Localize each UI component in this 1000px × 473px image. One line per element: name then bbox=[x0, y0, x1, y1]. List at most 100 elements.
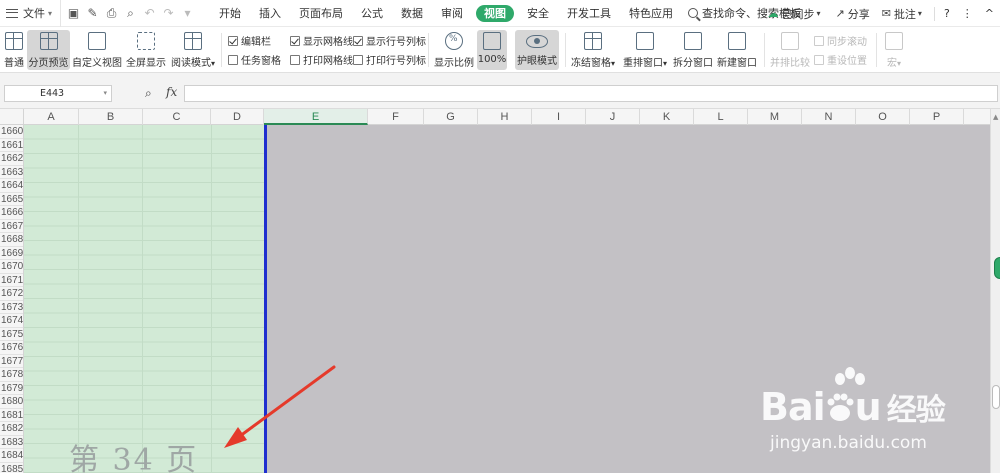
show-gridlines-checkbox[interactable]: 显示网格线 bbox=[290, 33, 353, 48]
row-header[interactable]: 1667 bbox=[0, 220, 23, 233]
split-window-button[interactable]: 拆分窗口 bbox=[673, 30, 713, 70]
sync-button[interactable]: ☁ 已同步 ▾ bbox=[761, 6, 829, 22]
column-header[interactable]: J bbox=[586, 109, 640, 125]
row-header[interactable]: 1672 bbox=[0, 287, 23, 301]
show-row-col-headers-checkbox[interactable]: 显示行号列标 bbox=[353, 33, 426, 48]
formula-input[interactable] bbox=[184, 85, 998, 102]
zoom-100-button[interactable]: 100% bbox=[477, 30, 507, 70]
tab-data[interactable]: 数据 bbox=[392, 0, 432, 27]
row-header[interactable]: 1679 bbox=[0, 382, 23, 395]
tab-formulas[interactable]: 公式 bbox=[352, 0, 392, 27]
task-pane-checkbox[interactable]: 任务窗格 bbox=[228, 52, 281, 67]
row-header[interactable]: 1677 bbox=[0, 355, 23, 368]
format-painter-icon[interactable]: ✎ bbox=[86, 6, 99, 20]
tab-review[interactable]: 审阅 bbox=[432, 0, 472, 27]
custom-view-button[interactable]: 自定义视图 bbox=[72, 30, 122, 70]
tab-page-layout[interactable]: 页面布局 bbox=[290, 0, 352, 27]
help-button[interactable]: ? bbox=[938, 7, 956, 20]
print-preview-icon[interactable]: ⌕ bbox=[124, 6, 137, 20]
column-header[interactable]: P bbox=[910, 109, 964, 125]
column-header[interactable]: C bbox=[143, 109, 211, 125]
arrange-windows-button[interactable]: 重排窗口▾ bbox=[622, 30, 668, 70]
row-header[interactable]: 1678 bbox=[0, 368, 23, 382]
save-icon[interactable]: ▣ bbox=[67, 6, 80, 20]
macro-button[interactable]: 宏▾ bbox=[882, 30, 906, 70]
reset-position-button[interactable]: 重设位置 bbox=[814, 52, 867, 67]
row-header[interactable]: 1674 bbox=[0, 314, 23, 328]
zoom-lookup-icon[interactable]: ⌕ bbox=[145, 86, 159, 100]
row-header[interactable]: 1683 bbox=[0, 436, 23, 449]
more-quick-access-icon[interactable]: ▾ bbox=[181, 6, 194, 20]
page-break-preview-button[interactable]: 分页预览 bbox=[27, 30, 70, 70]
full-screen-button[interactable]: 全屏显示 bbox=[125, 30, 167, 70]
column-header[interactable]: G bbox=[424, 109, 478, 125]
comment-button[interactable]: ✉ 批注 ▾ bbox=[876, 6, 931, 22]
tab-security[interactable]: 安全 bbox=[518, 0, 558, 27]
column-header[interactable]: B bbox=[79, 109, 143, 125]
collapse-ribbon-button[interactable]: ^ bbox=[979, 7, 1000, 20]
side-panel-toggle[interactable] bbox=[994, 257, 1000, 279]
undo-icon[interactable]: ↶ bbox=[143, 6, 156, 20]
tab-home[interactable]: 开始 bbox=[210, 0, 250, 27]
scroll-up-icon[interactable]: ▲ bbox=[993, 113, 998, 121]
scrollbar-thumb[interactable] bbox=[992, 385, 1000, 409]
print-gridlines-checkbox[interactable]: 打印网格线 bbox=[290, 52, 353, 67]
zoom-icon bbox=[445, 32, 463, 50]
column-header[interactable]: D bbox=[211, 109, 264, 125]
row-header[interactable]: 1665 bbox=[0, 193, 23, 206]
column-header[interactable]: L bbox=[694, 109, 748, 125]
row-header[interactable]: 1685 bbox=[0, 463, 23, 473]
column-header[interactable]: K bbox=[640, 109, 694, 125]
eye-protection-button[interactable]: 护眼模式 bbox=[515, 30, 559, 70]
share-button[interactable]: ↗ 分享 bbox=[829, 6, 875, 22]
column-header[interactable]: F bbox=[368, 109, 424, 125]
name-box[interactable]: E443 ▾ bbox=[4, 85, 112, 102]
column-header-selected[interactable]: E bbox=[264, 109, 368, 125]
tab-developer[interactable]: 开发工具 bbox=[558, 0, 620, 27]
row-header[interactable]: 1660 bbox=[0, 125, 23, 139]
column-header[interactable]: A bbox=[24, 109, 79, 125]
row-header[interactable]: 1661 bbox=[0, 139, 23, 152]
row-header[interactable]: 1668 bbox=[0, 233, 23, 247]
column-header[interactable]: N bbox=[802, 109, 856, 125]
column-header[interactable]: M bbox=[748, 109, 802, 125]
row-header[interactable]: 1676 bbox=[0, 341, 23, 355]
select-all-corner[interactable] bbox=[0, 109, 24, 125]
row-header[interactable]: 1669 bbox=[0, 247, 23, 260]
row-header[interactable]: 1666 bbox=[0, 206, 23, 220]
row-header[interactable]: 1684 bbox=[0, 449, 23, 463]
column-header[interactable]: I bbox=[532, 109, 586, 125]
reading-mode-button[interactable]: 阅读模式▾ bbox=[171, 30, 215, 70]
zoom-button[interactable]: 显示比例 bbox=[434, 30, 474, 70]
row-header[interactable]: 1681 bbox=[0, 409, 23, 422]
normal-view-button[interactable]: 普通 bbox=[2, 30, 26, 70]
hamburger-icon bbox=[6, 8, 18, 18]
more-options-button[interactable]: ⋮ bbox=[956, 7, 979, 20]
freeze-panes-button[interactable]: 冻结窗格▾ bbox=[570, 30, 616, 70]
row-header[interactable]: 1671 bbox=[0, 274, 23, 287]
tab-view[interactable]: 视图 bbox=[476, 4, 515, 22]
tab-insert[interactable]: 插入 bbox=[250, 0, 290, 27]
row-header[interactable]: 1662 bbox=[0, 152, 23, 166]
vertical-scrollbar[interactable]: ▲ bbox=[990, 109, 1000, 473]
print-icon[interactable]: ⎙ bbox=[105, 6, 118, 20]
redo-icon[interactable]: ↷ bbox=[162, 6, 175, 20]
row-header[interactable]: 1682 bbox=[0, 422, 23, 436]
insert-function-button[interactable]: fx bbox=[166, 85, 177, 99]
file-menu-button[interactable]: 文件 ▾ bbox=[0, 0, 60, 27]
tab-special[interactable]: 特色应用 bbox=[620, 0, 682, 27]
edit-bar-checkbox[interactable]: 编辑栏 bbox=[228, 33, 271, 48]
column-header[interactable]: O bbox=[856, 109, 910, 125]
share-icon: ↗ bbox=[835, 7, 845, 20]
column-header[interactable]: H bbox=[478, 109, 532, 125]
print-row-col-headers-checkbox[interactable]: 打印行号列标 bbox=[353, 52, 426, 67]
row-header[interactable]: 1675 bbox=[0, 328, 23, 341]
sync-scroll-button[interactable]: 同步滚动 bbox=[814, 33, 867, 48]
row-header[interactable]: 1663 bbox=[0, 166, 23, 179]
new-window-button[interactable]: 新建窗口 bbox=[717, 30, 757, 70]
row-header[interactable]: 1680 bbox=[0, 395, 23, 409]
row-header[interactable]: 1664 bbox=[0, 179, 23, 193]
side-by-side-button[interactable]: 并排比较 bbox=[770, 30, 810, 70]
row-header[interactable]: 1673 bbox=[0, 301, 23, 314]
row-header[interactable]: 1670 bbox=[0, 260, 23, 274]
